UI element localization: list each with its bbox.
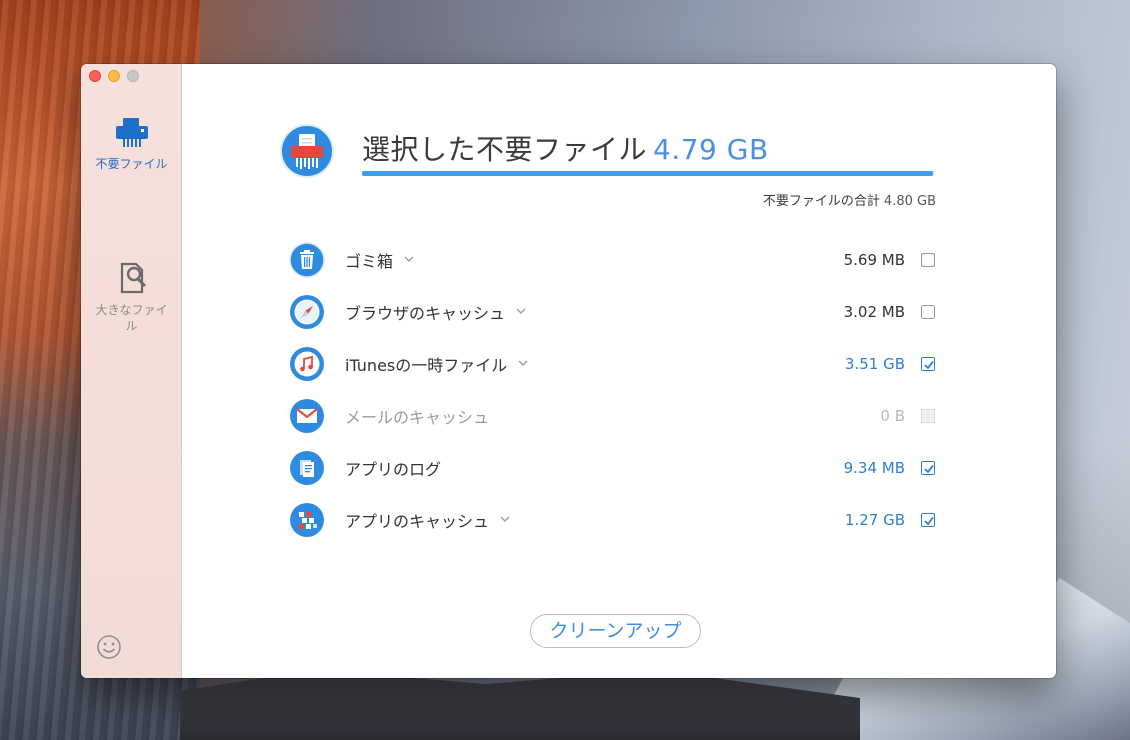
junk-category-list: ゴミ箱 5.69 MB ブラウザのキャッシュ 3.02 MB iTunesの一時… xyxy=(289,234,949,546)
chevron-down-icon[interactable] xyxy=(403,253,417,267)
selected-size: 4.79 GB xyxy=(653,133,769,166)
file-search-icon xyxy=(81,260,182,300)
minimize-window-button[interactable] xyxy=(108,70,120,82)
category-size: 3.02 MB xyxy=(843,303,905,321)
category-size: 1.27 GB xyxy=(844,511,905,529)
total-size: 4.80 GB xyxy=(883,194,936,209)
total-junk-summary: 不要ファイルの合計 4.80 GB xyxy=(763,190,936,209)
category-size: 3.51 GB xyxy=(844,355,905,373)
category-checkbox[interactable] xyxy=(921,253,935,267)
desktop-wallpaper-rocks xyxy=(180,670,860,740)
printer-shredder-icon xyxy=(81,116,182,154)
document-log-icon xyxy=(289,450,325,486)
sidebar-item-label: 大きなファイル xyxy=(95,303,168,333)
category-checkbox[interactable] xyxy=(921,461,935,475)
category-size: 5.69 MB xyxy=(843,251,905,269)
sidebar-item-junk-files[interactable]: 不要ファイル xyxy=(81,116,182,172)
category-row-trash: ゴミ箱 5.69 MB xyxy=(289,234,949,286)
selection-progress-bar xyxy=(362,171,934,176)
cache-blocks-icon xyxy=(289,502,325,538)
mail-envelope-icon xyxy=(289,398,325,434)
shredder-icon xyxy=(280,124,334,182)
main-panel: 選択した不要ファイル 4.79 GB 不要ファイルの合計 4.80 GB ゴミ箱… xyxy=(182,64,1056,678)
sidebar-item-label: 不要ファイル xyxy=(95,157,168,171)
category-name: ブラウザのキャッシュ xyxy=(345,304,506,323)
category-checkbox xyxy=(921,409,935,423)
safari-compass-icon xyxy=(289,294,325,330)
page-title-text: 選択した不要ファイル xyxy=(362,133,648,166)
zoom-window-button[interactable] xyxy=(127,70,139,82)
sidebar: 不要ファイル 大きなファイル xyxy=(81,64,182,678)
cleanup-button[interactable]: クリーンアップ xyxy=(530,614,701,648)
app-window: 不要ファイル 大きなファイル 選択した不要ファイル 4.79 GB 不要ファイル… xyxy=(81,64,1056,678)
chevron-down-icon[interactable] xyxy=(517,357,531,371)
category-checkbox[interactable] xyxy=(921,357,935,371)
category-name: iTunesの一時ファイル xyxy=(345,356,508,375)
category-row-app-cache: アプリのキャッシュ 1.27 GB xyxy=(289,494,949,546)
category-checkbox[interactable] xyxy=(921,513,935,527)
category-name: メールのキャッシュ xyxy=(345,408,490,427)
category-size: 0 B xyxy=(880,407,905,425)
category-row-itunes-temp: iTunesの一時ファイル 3.51 GB xyxy=(289,338,949,390)
sidebar-item-large-files[interactable]: 大きなファイル xyxy=(81,260,182,334)
category-size: 9.34 MB xyxy=(843,459,905,477)
close-window-button[interactable] xyxy=(89,70,101,82)
category-name: ゴミ箱 xyxy=(345,252,394,271)
category-row-mail-cache: メールのキャッシュ 0 B xyxy=(289,390,949,442)
category-name: アプリのキャッシュ xyxy=(345,512,490,531)
category-checkbox[interactable] xyxy=(921,305,935,319)
chevron-down-icon[interactable] xyxy=(515,305,529,319)
trash-icon xyxy=(289,242,325,278)
smiley-icon[interactable] xyxy=(96,634,122,664)
category-row-browser-cache: ブラウザのキャッシュ 3.02 MB xyxy=(289,286,949,338)
category-name: アプリのログ xyxy=(345,460,442,479)
total-label: 不要ファイルの合計 xyxy=(762,194,880,209)
category-row-app-logs: アプリのログ 9.34 MB xyxy=(289,442,949,494)
itunes-music-icon xyxy=(289,346,325,382)
selection-progress-fill xyxy=(362,171,933,176)
chevron-down-icon[interactable] xyxy=(499,513,513,527)
window-controls xyxy=(89,70,139,82)
